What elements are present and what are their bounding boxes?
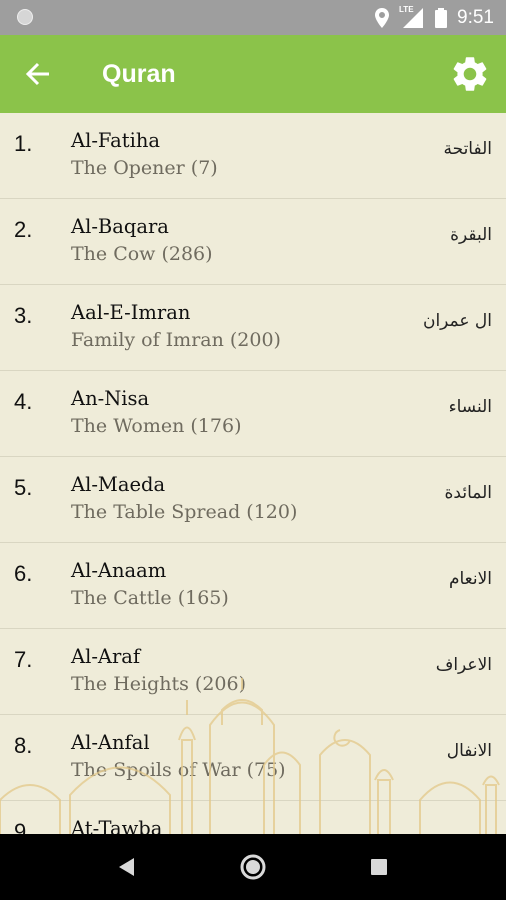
status-icons: LTE 9:51 bbox=[375, 0, 494, 35]
surah-row[interactable]: 6. Al-Anaam The Cattle (165) الانعام bbox=[0, 543, 506, 629]
surah-name: An-Nisa bbox=[71, 387, 150, 410]
surah-list[interactable]: 1. Al-Fatiha The Opener (7) الفاتحة 2. A… bbox=[0, 113, 506, 834]
surah-arabic-name: الانعام bbox=[448, 569, 492, 589]
nav-home-button[interactable] bbox=[213, 834, 293, 900]
surah-arabic-name: الفاتحة bbox=[443, 139, 492, 159]
surah-number: 4. bbox=[14, 389, 33, 414]
circle-home-icon bbox=[240, 854, 266, 880]
surah-name: Al-Anaam bbox=[71, 559, 167, 582]
surah-number: 1. bbox=[14, 131, 33, 156]
surah-meaning: The Table Spread (120) bbox=[71, 501, 298, 523]
surah-arabic-name: البقرة bbox=[450, 225, 492, 245]
surah-number: 2. bbox=[14, 217, 33, 242]
surah-meaning: Family of Imran (200) bbox=[71, 329, 281, 351]
location-icon bbox=[375, 7, 390, 28]
surah-number: 8. bbox=[14, 733, 33, 758]
surah-row[interactable]: 3. Aal-E-Imran Family of Imran (200) ال … bbox=[0, 285, 506, 371]
surah-number: 7. bbox=[14, 647, 33, 672]
surah-name: Al-Fatiha bbox=[71, 129, 160, 152]
arrow-left-icon bbox=[25, 62, 49, 86]
surah-arabic-name: الاعراف bbox=[435, 655, 492, 675]
surah-arabic-name: النساء bbox=[448, 397, 492, 417]
surah-arabic-name: المائدة bbox=[444, 483, 492, 503]
triangle-back-icon bbox=[119, 858, 134, 876]
clock: 9:51 bbox=[457, 6, 494, 28]
lte-signal-icon: LTE bbox=[399, 5, 425, 28]
status-bar: LTE 9:51 bbox=[0, 0, 506, 35]
back-button[interactable] bbox=[18, 54, 58, 94]
surah-name: Al-Baqara bbox=[71, 215, 169, 238]
surah-row[interactable]: 1. Al-Fatiha The Opener (7) الفاتحة bbox=[0, 113, 506, 199]
surah-row[interactable]: 2. Al-Baqara The Cow (286) البقرة bbox=[0, 199, 506, 285]
surah-name: Al-Maeda bbox=[71, 473, 166, 496]
nav-back-button[interactable] bbox=[86, 834, 166, 900]
surah-meaning: The Opener (7) bbox=[71, 157, 218, 179]
surah-number: 3. bbox=[14, 303, 33, 328]
surah-row[interactable]: 4. An-Nisa The Women (176) النساء bbox=[0, 371, 506, 457]
battery-icon bbox=[435, 7, 448, 28]
nav-recents-button[interactable] bbox=[339, 834, 419, 900]
surah-row[interactable]: 7. Al-Araf The Heights (206) الاعراف bbox=[0, 629, 506, 715]
surah-meaning: The Cattle (165) bbox=[71, 587, 229, 609]
surah-meaning: The Cow (286) bbox=[71, 243, 213, 265]
app-bar: Quran bbox=[0, 35, 506, 113]
system-navigation-bar bbox=[0, 834, 506, 900]
surah-number: 5. bbox=[14, 475, 33, 500]
surah-number: 6. bbox=[14, 561, 33, 586]
surah-row[interactable]: 8. Al-Anfal The Spoils of War (75) الانف… bbox=[0, 715, 506, 801]
surah-number: 9. bbox=[14, 819, 33, 834]
surah-row[interactable]: 9. At-Tawba bbox=[0, 801, 506, 834]
surah-name: At-Tawba bbox=[71, 817, 163, 834]
surah-meaning: The Heights (206) bbox=[71, 673, 246, 695]
gear-icon bbox=[453, 57, 487, 91]
surah-name: Al-Araf bbox=[71, 645, 141, 668]
surah-name: Al-Anfal bbox=[71, 731, 150, 754]
surah-name: Aal-E-Imran bbox=[71, 301, 191, 324]
square-recents-icon bbox=[371, 859, 387, 875]
surah-arabic-name: ال عمران bbox=[422, 311, 492, 331]
settings-button[interactable] bbox=[448, 52, 492, 96]
surah-meaning: The Spoils of War (75) bbox=[71, 759, 286, 781]
surah-meaning: The Women (176) bbox=[71, 415, 242, 437]
notification-dot-icon bbox=[17, 9, 33, 25]
surah-arabic-name: الانفال bbox=[446, 741, 492, 761]
page-title: Quran bbox=[102, 60, 176, 88]
surah-row[interactable]: 5. Al-Maeda The Table Spread (120) المائ… bbox=[0, 457, 506, 543]
